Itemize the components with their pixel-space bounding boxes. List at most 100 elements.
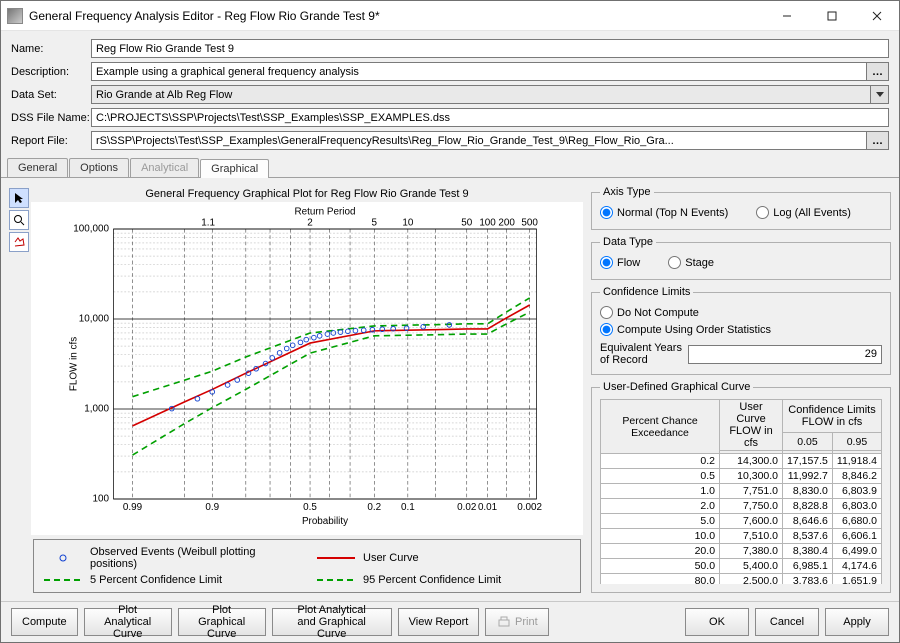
table-row[interactable]: 50.05,400.06,985.14,174.6 bbox=[601, 559, 882, 574]
compute-button[interactable]: Compute bbox=[11, 608, 78, 636]
svg-text:0.5: 0.5 bbox=[303, 502, 317, 513]
report-label: Report File: bbox=[11, 135, 91, 147]
axis-normal-radio[interactable]: Normal (Top N Events) bbox=[600, 206, 728, 219]
svg-text:100: 100 bbox=[93, 494, 110, 505]
plot-title: General Frequency Graphical Plot for Reg… bbox=[31, 186, 583, 202]
name-input[interactable]: Reg Flow Rio Grande Test 9 bbox=[91, 39, 889, 58]
eq-years-label-2: of Record bbox=[600, 354, 682, 366]
close-button[interactable] bbox=[854, 1, 899, 30]
window-title: General Frequency Analysis Editor - Reg … bbox=[29, 9, 764, 23]
zoom-tool-button[interactable] bbox=[9, 210, 29, 230]
legend-observed: Observed Events (Weibull plotting positi… bbox=[90, 546, 297, 570]
svg-text:0.01: 0.01 bbox=[478, 502, 498, 513]
plot-analytical-and-graphical-button[interactable]: Plot Analyticaland Graphical Curve bbox=[272, 608, 392, 636]
form-area: Name: Reg Flow Rio Grande Test 9 Descrip… bbox=[1, 31, 899, 156]
axis-log-radio[interactable]: Log (All Events) bbox=[756, 206, 851, 219]
svg-text:200: 200 bbox=[498, 217, 515, 228]
data-flow-radio[interactable]: Flow bbox=[600, 256, 640, 269]
app-window: General Frequency Analysis Editor - Reg … bbox=[0, 0, 900, 643]
user-curve-table[interactable]: Percent Chance Exceedance User CurveFLOW… bbox=[600, 399, 882, 584]
table-row[interactable]: 0.214,300.017,157.511,918.4 bbox=[601, 454, 882, 469]
svg-text:10,000: 10,000 bbox=[79, 314, 110, 325]
footer-bar: Compute Plot AnalyticalCurve Plot Graphi… bbox=[1, 601, 899, 642]
table-row[interactable]: 10.07,510.08,537.66,606.1 bbox=[601, 529, 882, 544]
pointer-tool-button[interactable] bbox=[9, 188, 29, 208]
svg-text:0.2: 0.2 bbox=[367, 502, 381, 513]
col-user-curve: User CurveFLOW in cfs bbox=[720, 400, 783, 451]
confidence-limits-group: Confidence Limits Do Not Compute Compute… bbox=[591, 286, 891, 375]
pan-tool-button[interactable] bbox=[9, 232, 29, 252]
svg-text:Return Period: Return Period bbox=[295, 207, 356, 218]
dataset-combo[interactable]: Rio Grande at Alb Reg Flow bbox=[91, 85, 871, 104]
tab-strip: General Options Analytical Graphical bbox=[1, 156, 899, 178]
ok-button[interactable]: OK bbox=[685, 608, 749, 636]
dss-label: DSS File Name: bbox=[11, 112, 91, 124]
plot-analytical-curve-button[interactable]: Plot AnalyticalCurve bbox=[84, 608, 172, 636]
svg-text:0.9: 0.9 bbox=[205, 502, 219, 513]
cancel-button[interactable]: Cancel bbox=[755, 608, 819, 636]
app-icon bbox=[7, 8, 23, 24]
dataset-dropdown-button[interactable] bbox=[871, 85, 889, 104]
svg-text:2: 2 bbox=[307, 217, 313, 228]
data-type-legend: Data Type bbox=[600, 236, 656, 248]
svg-text:10: 10 bbox=[402, 217, 413, 228]
view-report-button[interactable]: View Report bbox=[398, 608, 480, 636]
description-ellipsis-button[interactable]: … bbox=[867, 62, 889, 81]
col-conf-limits: Confidence LimitsFLOW in cfs bbox=[783, 400, 882, 433]
col-005: 0.05 bbox=[783, 432, 833, 450]
eq-years-label-1: Equivalent Years bbox=[600, 342, 682, 354]
description-input[interactable]: Example using a graphical general freque… bbox=[91, 62, 867, 81]
data-stage-radio[interactable]: Stage bbox=[668, 256, 714, 269]
titlebar: General Frequency Analysis Editor - Reg … bbox=[1, 1, 899, 31]
plot-graphical-curve-button[interactable]: Plot GraphicalCurve bbox=[178, 608, 266, 636]
legend-5pct: 5 Percent Confidence Limit bbox=[90, 574, 222, 586]
table-row[interactable]: 5.07,600.08,646.66,680.0 bbox=[601, 514, 882, 529]
apply-button[interactable]: Apply bbox=[825, 608, 889, 636]
svg-text:500: 500 bbox=[521, 217, 538, 228]
svg-text:Probability: Probability bbox=[302, 516, 348, 527]
dss-file-input[interactable]: C:\PROJECTS\SSP\Projects\Test\SSP_Exampl… bbox=[91, 108, 889, 127]
table-row[interactable]: 2.07,750.08,828.86,803.0 bbox=[601, 499, 882, 514]
plot-legend: Observed Events (Weibull plotting positi… bbox=[33, 539, 581, 593]
frequency-plot[interactable]: 100 1,000 10,000 100,000 0.99 0.9 0.5 0.2 0.1 0.0… bbox=[31, 202, 583, 535]
axis-type-group: Axis Type Normal (Top N Events) Log (All… bbox=[591, 186, 891, 230]
svg-text:0.1: 0.1 bbox=[401, 502, 415, 513]
name-label: Name: bbox=[11, 43, 91, 55]
svg-text:1,000: 1,000 bbox=[84, 404, 109, 415]
description-label: Description: bbox=[11, 66, 91, 78]
legend-user-curve: User Curve bbox=[363, 552, 419, 564]
tab-graphical[interactable]: Graphical bbox=[200, 159, 269, 178]
col-pce: Percent Chance Exceedance bbox=[601, 400, 720, 454]
report-ellipsis-button[interactable]: … bbox=[867, 131, 889, 150]
table-row[interactable]: 1.07,751.08,830.06,803.9 bbox=[601, 484, 882, 499]
user-defined-curve-legend: User-Defined Graphical Curve bbox=[600, 381, 753, 393]
minimize-button[interactable] bbox=[764, 1, 809, 30]
table-row[interactable]: 20.07,380.08,380.46,499.0 bbox=[601, 544, 882, 559]
svg-text:100: 100 bbox=[479, 217, 496, 228]
svg-text:0.99: 0.99 bbox=[123, 502, 143, 513]
svg-text:1.1: 1.1 bbox=[201, 217, 215, 228]
eq-years-input[interactable]: 29 bbox=[688, 345, 882, 364]
svg-text:100,000: 100,000 bbox=[73, 224, 109, 235]
axis-type-legend: Axis Type bbox=[600, 186, 654, 198]
user-defined-curve-group: User-Defined Graphical Curve Percent Cha… bbox=[591, 381, 891, 593]
conf-order-stats-radio[interactable]: Compute Using Order Statistics bbox=[600, 323, 771, 336]
tab-options[interactable]: Options bbox=[69, 158, 129, 177]
table-row[interactable]: 80.02,500.03,783.61,651.9 bbox=[601, 574, 882, 584]
tab-analytical: Analytical bbox=[130, 158, 199, 177]
svg-text:0.002: 0.002 bbox=[517, 502, 542, 513]
conf-do-not-compute-radio[interactable]: Do Not Compute bbox=[600, 306, 699, 319]
data-type-group: Data Type Flow Stage bbox=[591, 236, 891, 280]
col-095: 0.95 bbox=[832, 432, 881, 450]
print-button: Print bbox=[485, 608, 549, 636]
tab-general[interactable]: General bbox=[7, 158, 68, 177]
legend-95pct: 95 Percent Confidence Limit bbox=[363, 574, 501, 586]
maximize-button[interactable] bbox=[809, 1, 854, 30]
dataset-label: Data Set: bbox=[11, 89, 91, 101]
report-file-input[interactable]: rS\SSP\Projects\Test\SSP_Examples\Genera… bbox=[91, 131, 867, 150]
table-row[interactable]: 0.510,300.011,992.78,846.2 bbox=[601, 469, 882, 484]
svg-text:5: 5 bbox=[372, 217, 378, 228]
svg-text:0.02: 0.02 bbox=[457, 502, 476, 513]
svg-text:FLOW in cfs: FLOW in cfs bbox=[69, 337, 80, 391]
svg-text:50: 50 bbox=[461, 217, 472, 228]
